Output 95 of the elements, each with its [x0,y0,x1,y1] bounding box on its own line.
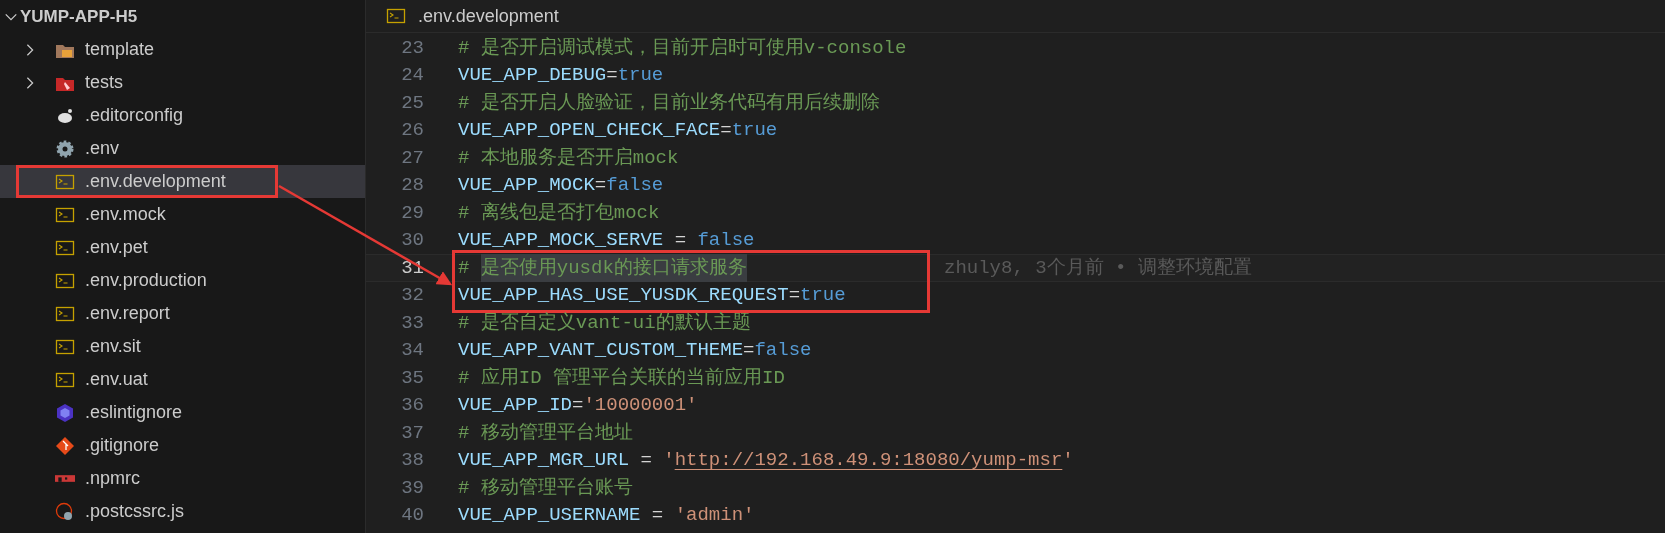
file-name: .npmrc [85,467,140,490]
code-comment: # 移动管理平台地址 [458,420,633,446]
hexagon-icon [55,402,75,423]
file-name: .env.sit [85,335,141,358]
string-value: ' [1062,448,1074,473]
settings-icon [55,138,75,159]
boolean-value: false [697,228,755,253]
file-name: tests [85,71,123,94]
file-tree-item[interactable]: .env.uat [0,363,365,396]
code-comment: # 是否开启调试模式，目前开启时可使用v-console [458,35,907,61]
string-value: 'admin' [674,503,755,528]
file-name: .eslintignore [85,401,183,424]
string-value: '10000001' [583,393,698,418]
line-number: 37 [400,420,424,446]
file-name: .postcssrc.js [85,500,185,523]
operator: = [788,283,801,308]
operator: = [594,173,607,198]
file-tree-item[interactable]: .postcssrc.js [0,495,365,528]
file-tree-item[interactable]: .env [0,132,365,165]
code-comment: # 是否自定义vant-ui的默认主题 [458,310,751,336]
line-number: 30 [400,228,424,253]
boolean-value: true [731,118,778,143]
file-name: template [85,38,155,61]
boolean-value: false [754,338,812,363]
file-name: .env.mock [85,203,166,226]
line-number: 33 [400,310,424,336]
operator: = [720,118,732,143]
operator: = [743,338,755,363]
file-name: .env.production [85,269,207,292]
file-tree-item[interactable]: .editorconfig [0,99,365,132]
boolean-value: false [606,173,664,198]
code-comment: # 离线包是否打包mock [458,200,660,226]
file-tree-item[interactable]: .gitignore [0,429,365,462]
operator: = [639,448,653,473]
file-name: .env.pet [85,236,148,259]
boolean-value: true [617,63,664,88]
line-number: 34 [400,338,424,363]
operator: = [650,503,665,528]
file-tree-item[interactable]: .env.report [0,297,365,330]
file-tree-item[interactable]: .env.pet [0,231,365,264]
boolean-value: true [800,283,846,308]
file-tree-item[interactable]: .env.sit [0,330,365,363]
env-key: VUE_APP_MOCK_SERVE [458,226,664,255]
git-icon [55,435,75,456]
postcss-icon [55,501,75,522]
file-tree-item[interactable]: .env.development [0,165,365,198]
terminal-icon [386,6,406,26]
line-number: 40 [400,503,424,528]
line-number: 39 [400,475,424,501]
operator: = [572,393,584,418]
env-key: VUE_APP_HAS_USE_YUSDK_REQUEST [458,281,789,310]
file-name: .env.development [85,170,226,193]
file-tree-item[interactable]: .npmrc [0,462,365,495]
file-tree-item[interactable]: .env.mock [0,198,365,231]
code-comment: # 应用ID 管理平台关联的当前应用ID [458,365,785,391]
string-value: ' [663,448,675,473]
env-key: VUE_APP_ID [458,391,573,420]
code-comment: # 移动管理平台账号 [458,475,633,501]
tab-label: .env.development [418,4,559,28]
blame-annotation: zhuly8, 3个月前 • 调整环境配置 [944,255,1252,281]
code-comment: # 是否开启人脸验证，目前业务代码有用后续删除 [458,90,880,116]
file-name: .env [85,137,120,160]
env-key: VUE_APP_MGR_URL [458,446,630,475]
env-key: VUE_APP_USERNAME [458,501,641,530]
code-comment: # 本地服务是否开启mock [458,145,679,171]
operator: = [606,63,618,88]
operator: = [673,228,688,253]
line-number: 28 [400,173,424,198]
env-key: VUE_APP_VANT_CUSTOM_THEME [458,336,744,365]
line-number: 38 [400,448,424,473]
line-number: 29 [400,200,424,226]
npm-icon [55,475,75,482]
line-number: 23 [400,35,424,61]
selected-comment: 是否使用yusdk的接口请求服务 [480,253,747,282]
url-link[interactable]: http://192.168.49.9:18080/yump-msr [674,446,1063,475]
line-number: 27 [400,145,424,171]
line-number: 35 [400,365,424,391]
file-name: .env.report [85,302,170,325]
line-number: 32 [400,283,424,308]
file-tree-item[interactable]: template [0,33,365,66]
line-number: 25 [400,90,424,116]
file-tree-item[interactable]: .eslintignore [0,396,365,429]
file-name: .gitignore [85,434,160,457]
project-title[interactable]: YUMP-APP-H5 [20,3,138,30]
code-comment: # [458,255,471,281]
env-key: VUE_APP_DEBUG [458,61,607,90]
file-name: .env.uat [85,368,148,391]
env-key: VUE_APP_MOCK [458,171,595,200]
line-number: 26 [400,118,424,143]
line-number: 36 [400,393,424,418]
file-name: .editorconfig [85,104,184,127]
file-tree-item[interactable]: .env.production [0,264,365,297]
file-tree-item[interactable]: tests [0,66,365,99]
line-number: 24 [400,63,424,88]
env-key: VUE_APP_OPEN_CHECK_FACE [458,116,721,145]
